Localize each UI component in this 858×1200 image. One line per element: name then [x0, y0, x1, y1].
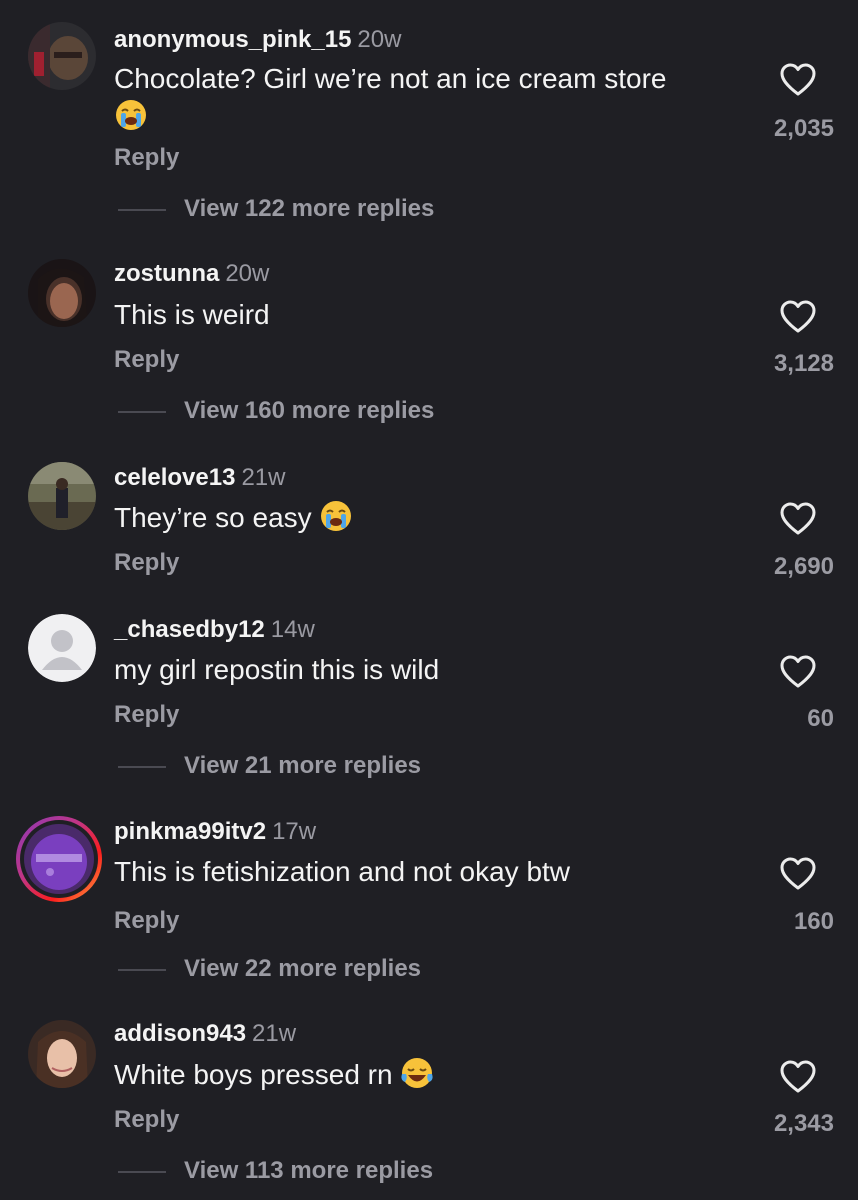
username[interactable]: _chasedby12 [114, 616, 265, 643]
avatar[interactable] [28, 259, 96, 327]
username[interactable]: celelove13 [114, 464, 235, 491]
comment-header: _chasedby12 14w [114, 616, 315, 644]
comment-body: They’re so easy [114, 502, 312, 533]
divider-line [118, 410, 166, 413]
like-count: 2,690 [773, 553, 834, 580]
timestamp: 20w [357, 26, 402, 53]
view-replies-label: View 122 more replies [184, 195, 435, 222]
comment-body: Chocolate? Girl we’re not an ice cream s… [114, 63, 667, 94]
username[interactable]: addison943 [114, 1020, 246, 1047]
view-replies-link[interactable]: View 113 more replies [118, 1157, 433, 1185]
comment-text: Chocolate? Girl we’re not an ice cream s… [114, 60, 666, 98]
comment-text: my girl repostin this is wild [114, 651, 439, 689]
comment-header: zostunna 20w [114, 260, 269, 288]
comment-body: White boys pressed rn [114, 1059, 393, 1090]
like-count: 2,035 [773, 115, 834, 142]
like-count: 2,343 [773, 1110, 834, 1137]
username[interactable]: pinkma99itv2 [114, 818, 266, 845]
default-avatar[interactable] [28, 614, 96, 682]
heart-outline-icon[interactable] [780, 63, 816, 97]
username[interactable]: anonymous_pink_15 [114, 26, 351, 53]
heart-outline-icon[interactable] [780, 300, 816, 334]
reply-button[interactable]: Reply [114, 907, 179, 935]
view-replies-link[interactable]: View 22 more replies [118, 955, 421, 983]
loudly-crying-face-icon [319, 501, 353, 533]
timestamp: 21w [252, 1020, 297, 1047]
comment-text: White boys pressed rn [114, 1056, 434, 1094]
face-with-tears-of-joy-icon [400, 1058, 434, 1090]
like-count: 3,128 [773, 350, 834, 377]
comment-header: celelove13 21w [114, 464, 285, 492]
story-ring-avatar[interactable] [16, 816, 102, 902]
like-count: 60 [807, 705, 834, 732]
view-replies-link[interactable]: View 160 more replies [118, 397, 434, 425]
divider-line [118, 765, 166, 768]
timestamp: 14w [270, 616, 315, 643]
comment-text: This is fetishization and not okay btw [114, 853, 570, 891]
comment-text: They’re so easy [114, 499, 353, 537]
heart-outline-icon[interactable] [780, 655, 816, 689]
comment-body: my girl repostin this is wild [114, 654, 440, 685]
view-replies-label: View 160 more replies [184, 397, 435, 424]
timestamp: 20w [225, 260, 270, 287]
divider-line [118, 1170, 166, 1173]
loudly-crying-face-icon [114, 98, 148, 132]
view-replies-link[interactable]: View 122 more replies [118, 195, 434, 223]
avatar[interactable] [28, 462, 96, 530]
reply-button[interactable]: Reply [114, 549, 179, 577]
heart-outline-icon[interactable] [780, 1060, 816, 1094]
timestamp: 21w [241, 464, 286, 491]
avatar[interactable] [28, 1020, 96, 1088]
heart-outline-icon[interactable] [780, 502, 816, 536]
view-replies-label: View 21 more replies [184, 752, 422, 779]
comment-header: pinkma99itv2 17w [114, 818, 316, 846]
heart-outline-icon[interactable] [780, 857, 816, 891]
reply-button[interactable]: Reply [114, 1106, 179, 1134]
divider-line [118, 968, 166, 971]
timestamp: 17w [272, 818, 317, 845]
comment-body: This is fetishization and not okay btw [114, 856, 571, 887]
view-replies-label: View 22 more replies [184, 955, 422, 982]
comment-header: addison943 21w [114, 1020, 296, 1048]
divider-line [118, 208, 166, 211]
comment-body: This is weird [114, 299, 270, 330]
reply-button[interactable]: Reply [114, 701, 179, 729]
avatar [24, 824, 94, 894]
comment-header: anonymous_pink_15 20w [114, 26, 401, 54]
comment-text: This is weird [114, 296, 270, 334]
username[interactable]: zostunna [114, 260, 219, 287]
avatar[interactable] [28, 22, 96, 90]
view-replies-label: View 113 more replies [184, 1157, 434, 1184]
view-replies-link[interactable]: View 21 more replies [118, 752, 421, 780]
like-count: 160 [793, 908, 834, 935]
reply-button[interactable]: Reply [114, 346, 179, 374]
reply-button[interactable]: Reply [114, 144, 179, 172]
